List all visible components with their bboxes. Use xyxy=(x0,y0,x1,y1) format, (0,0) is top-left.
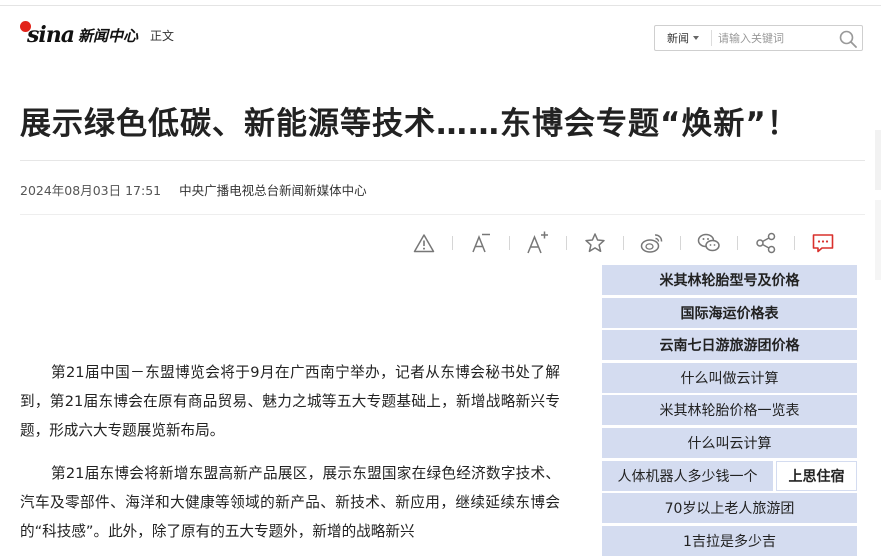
sidebar-link[interactable]: 米其林轮胎价格一览表 xyxy=(602,395,857,426)
article-paragraph: 第21届东博会将新增东盟高新产品展区，展示东盟国家在绿色经济数字技术、汽车及零部… xyxy=(20,465,560,540)
toolbar-separator xyxy=(566,236,567,250)
toolbar-separator xyxy=(794,236,795,250)
toolbar-separator xyxy=(623,236,624,250)
search-category-select[interactable]: 新闻 xyxy=(655,26,711,50)
toolbar-separator xyxy=(509,236,510,250)
article-paragraph: 第21届中国－东盟博览会将于9月在广西南宁举办，记者从东博会秘书处了解到，第21… xyxy=(20,364,560,439)
sponsored-links-list: 米其林轮胎型号及价格 国际海运价格表 云南七日游旅游团价格 什么叫做云计算 米其… xyxy=(602,265,857,558)
logo-news-center-text: 新闻中心 xyxy=(78,26,139,45)
wechat-icon xyxy=(697,233,720,252)
page-edge-decoration xyxy=(875,130,881,190)
favorite-button[interactable] xyxy=(579,228,611,258)
article-title: 展示绿色低碳、新能源等技术……东博会专题“焕新”！ xyxy=(20,105,799,142)
sina-eye-icon xyxy=(20,20,31,32)
title-divider xyxy=(20,160,865,161)
font-decrease-icon xyxy=(472,233,490,253)
search-box: 新闻 xyxy=(654,25,863,51)
font-increase-button[interactable] xyxy=(522,228,554,258)
search-button[interactable] xyxy=(838,29,858,48)
font-increase-icon xyxy=(527,231,548,254)
toolbar-separator xyxy=(452,236,453,250)
favorite-star-icon xyxy=(585,233,605,253)
font-decrease-button[interactable] xyxy=(465,228,497,258)
sidebar-link[interactable]: 什么叫云计算 xyxy=(602,427,857,458)
weibo-share-button[interactable] xyxy=(636,228,668,258)
sidebar-button[interactable]: 上思住宿 xyxy=(776,460,857,491)
article-body: 第21届中国－东盟博览会将于9月在广西南宁举办，记者从东博会秘书处了解到，第21… xyxy=(20,358,560,560)
comment-icon xyxy=(812,234,834,253)
chevron-down-icon xyxy=(693,36,699,40)
sidebar-row: 人体机器人多少钱一个 上思住宿 xyxy=(602,460,857,491)
article-toolbar xyxy=(408,228,839,258)
site-header: sina 新闻中心 正文 新闻 xyxy=(0,8,881,60)
sidebar-link[interactable]: 云南七日游旅游团价格 xyxy=(602,330,857,361)
weibo-icon xyxy=(640,234,663,253)
sidebar-link[interactable]: 70岁以上老人旅游团 xyxy=(602,493,857,524)
sidebar-link[interactable]: 人体机器人多少钱一个 xyxy=(602,460,773,491)
toolbar-separator xyxy=(737,236,738,250)
report-button[interactable] xyxy=(408,228,440,258)
sidebar-link[interactable]: 国际海运价格表 xyxy=(602,297,857,328)
report-warning-icon xyxy=(413,234,435,253)
top-divider xyxy=(0,5,881,6)
meta-divider xyxy=(20,214,865,215)
sidebar-link[interactable]: 1吉拉是多少吉 xyxy=(602,525,857,556)
sina-logo[interactable]: sina 新闻中心 正文 xyxy=(20,20,175,48)
article-source[interactable]: 中央广播电视总台新闻新媒体中心 xyxy=(179,183,367,198)
logo-sina-text: sina xyxy=(27,22,75,48)
wechat-share-button[interactable] xyxy=(693,228,725,258)
search-category-label: 新闻 xyxy=(667,32,689,45)
sidebar-link[interactable]: 米其林轮胎型号及价格 xyxy=(602,265,857,295)
section-label: 正文 xyxy=(150,28,175,43)
page-edge-decoration xyxy=(875,200,881,280)
search-icon xyxy=(839,30,857,48)
sidebar-link[interactable]: 什么叫做云计算 xyxy=(602,362,857,393)
comment-button[interactable] xyxy=(807,228,839,258)
search-input[interactable] xyxy=(718,29,828,47)
article-datetime: 2024年08月03日 17:51 xyxy=(20,183,162,198)
article-meta: 2024年08月03日 17:51 中央广播电视总台新闻新媒体中心 xyxy=(20,180,367,199)
share-button[interactable] xyxy=(750,228,782,258)
search-divider xyxy=(711,30,712,46)
toolbar-separator xyxy=(680,236,681,250)
share-icon xyxy=(756,232,776,254)
